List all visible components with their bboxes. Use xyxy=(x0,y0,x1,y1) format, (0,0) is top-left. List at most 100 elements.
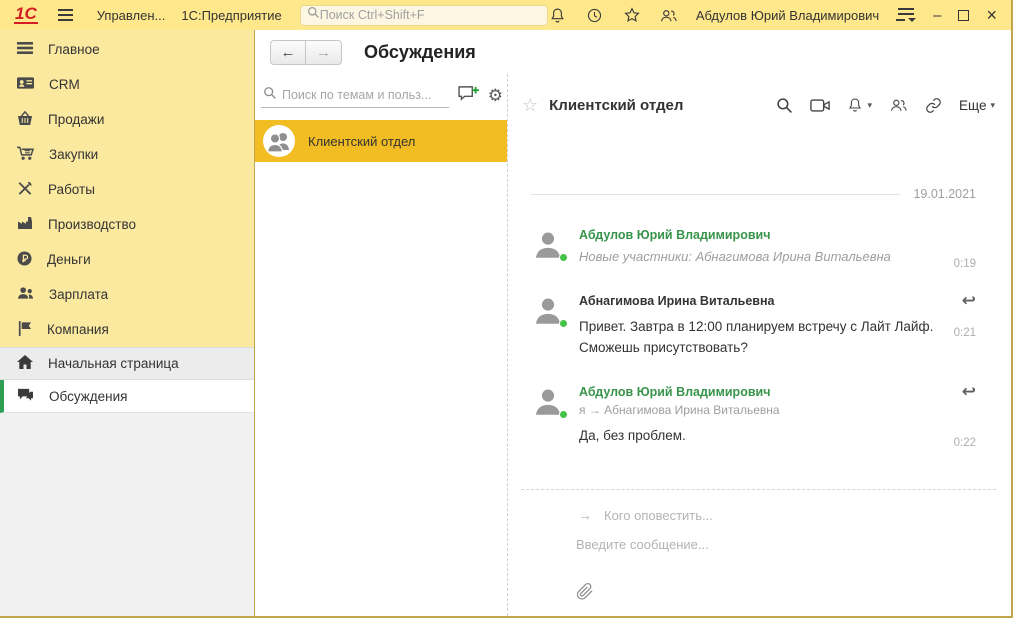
message-time: 0:21 xyxy=(954,327,976,339)
participants-icon[interactable] xyxy=(889,97,908,113)
page-title: Обсуждения xyxy=(364,42,476,63)
people-icon xyxy=(17,286,34,303)
chat-search-icon[interactable] xyxy=(776,97,793,114)
date-label: 19.01.2021 xyxy=(913,187,976,201)
chevron-down-icon: ▾ xyxy=(867,100,872,111)
arrow-right-icon: → xyxy=(578,507,592,523)
notify-row: → xyxy=(578,507,996,523)
sidebar-label: Компания xyxy=(47,322,109,337)
close-button[interactable]: × xyxy=(986,6,997,24)
sidebar-item-prodazhi[interactable]: Продажи xyxy=(0,102,254,137)
sidebar-item-home[interactable]: Начальная страница xyxy=(0,347,254,380)
back-button[interactable]: ← xyxy=(271,41,306,64)
main-menu-icon[interactable] xyxy=(58,9,73,21)
sidebar-item-glavnoe[interactable]: Главное xyxy=(0,32,254,67)
chevron-down-icon: ▾ xyxy=(990,100,995,111)
sidebar-label: Начальная страница xyxy=(48,356,179,371)
composer: → xyxy=(521,489,996,616)
message-author[interactable]: Абдулов Юрий Владимирович xyxy=(579,228,891,242)
basket-icon xyxy=(17,111,33,129)
window-title: Управлен... 1С:Предприятие xyxy=(97,8,282,23)
online-dot xyxy=(559,319,568,328)
users-icon[interactable] xyxy=(659,5,679,25)
chat-title: Клиентский отдел xyxy=(549,97,683,114)
avatar xyxy=(531,294,565,328)
sidebar-item-crm[interactable]: CRM xyxy=(0,67,254,102)
more-button[interactable]: Еще ▾ xyxy=(959,98,995,113)
sidebar-item-dengi[interactable]: Деньги xyxy=(0,242,254,277)
service-menu-icon[interactable] xyxy=(896,8,916,22)
maximize-button[interactable] xyxy=(958,10,969,21)
notifications-bell-icon[interactable] xyxy=(548,5,568,25)
sidebar-item-discussions[interactable]: Обсуждения xyxy=(0,380,254,413)
message-author[interactable]: Абнагимова Ирина Витальевна xyxy=(579,294,936,308)
sidebar-item-proizvodstvo[interactable]: Производство xyxy=(0,207,254,242)
sidebar-item-zarplata[interactable]: Зарплата xyxy=(0,277,254,312)
sidebar-item-zakupki[interactable]: Закупки xyxy=(0,137,254,172)
home-icon xyxy=(17,355,33,372)
forward-button[interactable]: → xyxy=(306,41,341,64)
1c-logo: 1С xyxy=(14,6,38,24)
flag-icon xyxy=(17,321,32,339)
current-user-name: Абдулов Юрий Владимирович xyxy=(696,8,879,23)
gear-icon[interactable]: ⚙ xyxy=(488,87,503,104)
message-recipient: я → Абнагимова Ирина Витальевна xyxy=(579,403,780,417)
message: Абнагимова Ирина Витальевна Привет. Завт… xyxy=(531,294,976,359)
messages-area: 19.01.2021 Абдулов Юрий Владимирович Нов… xyxy=(508,114,1011,463)
app-title: Управлен... xyxy=(97,8,166,23)
discussions-search-input[interactable] xyxy=(282,88,447,102)
message-text: Привет. Завтра в 12:00 планируем встречу… xyxy=(579,317,936,359)
video-call-icon[interactable] xyxy=(810,98,830,113)
message: Абдулов Юрий Владимирович я → Абнагимова… xyxy=(531,385,976,447)
chat-panel: ☆ Клиентский отдел ▾ xyxy=(507,74,1011,616)
cart-icon xyxy=(17,146,34,164)
online-dot xyxy=(559,253,568,262)
notify-input[interactable] xyxy=(604,508,924,523)
favorites-star-icon[interactable] xyxy=(622,5,642,25)
crm-card-icon xyxy=(17,76,34,93)
message-author[interactable]: Абдулов Юрий Владимирович xyxy=(579,385,780,399)
new-discussion-icon[interactable] xyxy=(458,85,479,107)
sidebar: Главное CRM Продажи Закупки Работы xyxy=(0,30,255,616)
message-input[interactable] xyxy=(576,537,996,552)
avatar xyxy=(531,228,565,262)
global-search[interactable] xyxy=(300,5,548,26)
message: Абдулов Юрий Владимирович Новые участник… xyxy=(531,228,976,264)
sidebar-label: Продажи xyxy=(48,112,104,127)
titlebar: 1С Управлен... 1С:Предприятие xyxy=(0,0,1011,30)
sidebar-item-raboty[interactable]: Работы xyxy=(0,172,254,207)
attach-paperclip-icon[interactable] xyxy=(576,582,996,606)
message-time: 0:19 xyxy=(954,258,976,270)
reply-icon[interactable]: ↩ xyxy=(962,382,976,402)
sidebar-item-kompaniya[interactable]: Компания xyxy=(0,312,254,347)
navigation-bar: ← → Обсуждения xyxy=(255,30,1011,74)
date-separator: 19.01.2021 xyxy=(531,187,976,201)
discussions-list-panel: ⚙ Клиентский отдел xyxy=(255,74,507,616)
tools-icon xyxy=(17,181,33,199)
link-icon[interactable] xyxy=(925,97,942,114)
chat-bubbles-icon xyxy=(17,388,34,405)
chat-notifications-icon[interactable]: ▾ xyxy=(847,97,872,113)
history-icon[interactable] xyxy=(585,5,605,25)
discussion-name: Клиентский отдел xyxy=(308,134,415,149)
factory-icon xyxy=(17,216,33,233)
menu-lines-icon xyxy=(17,41,33,58)
search-icon xyxy=(263,86,277,105)
sidebar-label: CRM xyxy=(49,77,80,92)
reply-icon[interactable]: ↩ xyxy=(962,291,976,311)
sidebar-label: Главное xyxy=(48,42,100,57)
sidebar-label: Обсуждения xyxy=(49,389,127,404)
favorite-star-icon[interactable]: ☆ xyxy=(522,96,538,114)
product-title: 1С:Предприятие xyxy=(181,8,281,23)
message-text: Да, без проблем. xyxy=(579,426,780,447)
message-time: 0:22 xyxy=(954,437,976,449)
online-dot xyxy=(559,410,568,419)
chat-header: ☆ Клиентский отдел ▾ xyxy=(508,74,1011,114)
discussion-list-item[interactable]: Клиентский отдел xyxy=(255,120,507,162)
system-message-text: Новые участники: Абнагимова Ирина Виталь… xyxy=(579,249,891,264)
minimize-button[interactable]: – xyxy=(933,8,941,23)
global-search-input[interactable] xyxy=(320,8,541,22)
sidebar-label: Производство xyxy=(48,217,136,232)
app-window: 1С Управлен... 1С:Предприятие xyxy=(0,0,1013,618)
sidebar-label: Деньги xyxy=(47,252,91,267)
